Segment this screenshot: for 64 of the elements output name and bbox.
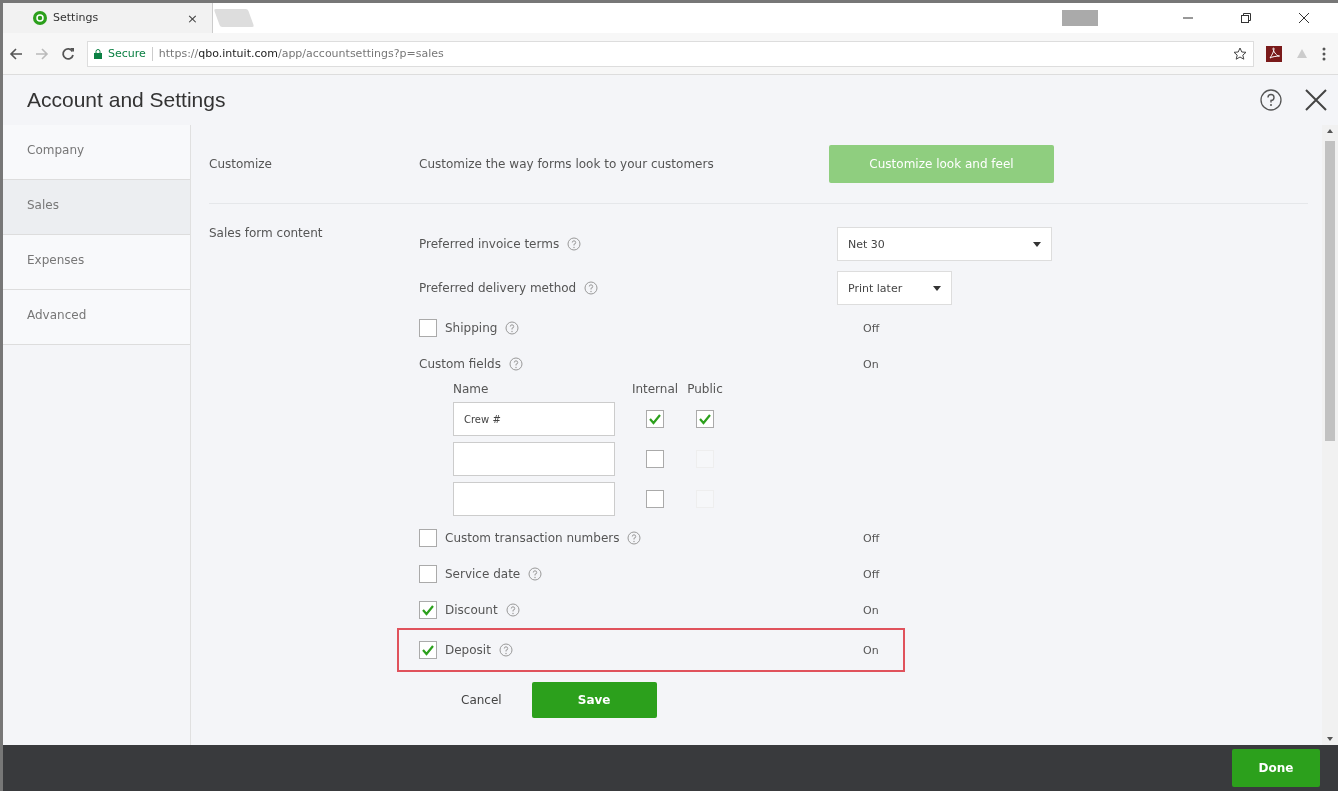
cancel-button[interactable]: Cancel [455, 692, 508, 708]
checkbox[interactable] [696, 410, 714, 428]
sidebar-item[interactable]: Sales [3, 180, 190, 235]
address-bar[interactable]: Secure https://qbo.intuit.com/app/accountsettings?p=sales [87, 40, 1254, 67]
customize-description: Customize the way forms look to your customers [419, 157, 715, 171]
input-field[interactable]: Crew # [453, 402, 615, 436]
checkbox[interactable] [419, 319, 437, 337]
status-text: On [863, 603, 880, 617]
setting-label: Service date [445, 567, 521, 581]
dropdown[interactable]: Print later [837, 271, 952, 305]
checkbox[interactable] [419, 529, 437, 547]
input-field[interactable] [453, 482, 615, 516]
setting-label: Custom fields [419, 357, 501, 371]
column-header: Internal [630, 382, 680, 396]
section-label: Sales form content [209, 225, 324, 242]
scroll-down-icon[interactable] [1327, 737, 1333, 741]
caret-icon [933, 285, 941, 291]
checkbox[interactable] [419, 565, 437, 583]
pdf-extension-icon[interactable] [1266, 45, 1282, 62]
checkbox[interactable] [646, 490, 664, 508]
setting-label: Preferred delivery method [419, 281, 577, 295]
back-icon[interactable] [9, 46, 23, 61]
section-label: Customize [209, 157, 273, 171]
lock-icon [94, 48, 102, 59]
column-header: Public [686, 382, 724, 396]
setting-label: Shipping [445, 321, 498, 335]
checkbox[interactable] [419, 601, 437, 619]
tab-close-button[interactable]: × [187, 10, 198, 26]
url-text: https://qbo.intuit.com/app/accountsettings?p=sales [158, 47, 444, 60]
setting-label: Deposit [445, 643, 491, 657]
new-tab-button[interactable] [213, 9, 255, 27]
status-text: On [863, 357, 880, 371]
caret-icon [1033, 241, 1041, 247]
scrollbar[interactable] [1322, 125, 1338, 745]
page-title: Account and Settings [27, 88, 227, 112]
help-icon[interactable] [1260, 89, 1282, 111]
sidebar-item[interactable]: Advanced [3, 290, 190, 345]
menu-icon[interactable] [1322, 46, 1326, 61]
checkbox[interactable] [419, 641, 437, 659]
sidebar-item[interactable]: Expenses [3, 235, 190, 290]
setting-label: Discount [445, 603, 498, 617]
setting-label: Custom transaction numbers [445, 531, 620, 545]
star-icon[interactable] [1233, 46, 1247, 61]
reload-icon[interactable] [61, 46, 75, 61]
secure-label: Secure [108, 47, 146, 60]
status-text: Off [863, 567, 881, 581]
forward-icon[interactable] [35, 46, 49, 61]
close-icon[interactable] [1298, 12, 1310, 24]
checkbox[interactable] [646, 410, 664, 428]
setting-label: Preferred invoice terms [419, 237, 560, 251]
dropdown[interactable]: Net 30 [837, 227, 1052, 261]
status-text: Off [863, 321, 881, 335]
status-text: On [863, 643, 880, 657]
column-header: Name [453, 382, 490, 396]
browser-tab[interactable]: Settings × [3, 3, 213, 33]
checkbox[interactable] [646, 450, 664, 468]
scroll-up-icon[interactable] [1327, 129, 1333, 133]
app-logo-icon [33, 11, 47, 25]
restore-icon[interactable] [1240, 12, 1252, 24]
close-icon[interactable] [1304, 88, 1328, 112]
status-text: Off [863, 531, 881, 545]
tab-title: Settings [53, 11, 100, 25]
input-field[interactable] [453, 442, 615, 476]
sidebar-item[interactable]: Company [3, 125, 190, 180]
